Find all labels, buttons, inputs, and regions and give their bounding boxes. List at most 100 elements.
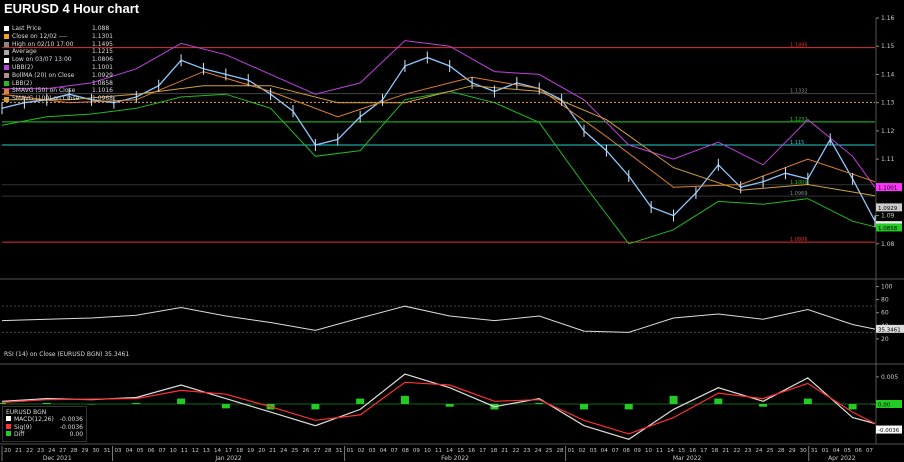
month-label: Dec 2021 (43, 455, 72, 462)
x-tick-label: 04 (601, 448, 608, 454)
macd-badge-label: 0.00 (878, 403, 891, 409)
legend-entry: Average 1.1215 (4, 48, 113, 56)
legend-swatch (4, 57, 9, 63)
macd-diff-bar (580, 404, 588, 410)
price-legend: Last Price 1.088 Close on 12/02 ---- 1.1301… (4, 25, 113, 103)
y-tick-label: 1.12 (881, 128, 895, 135)
x-tick-label: 17 (479, 448, 486, 454)
x-tick-label: 09 (413, 448, 420, 454)
legend-swatch (4, 80, 9, 86)
y-tick-label: 1.16 (881, 15, 895, 22)
x-tick-label: 21 (269, 448, 276, 454)
rsi-legend: RSI (14) on Close (EURUSD BGN) 35.3461 (4, 351, 130, 358)
x-tick-label: 23 (744, 448, 751, 454)
legend-entry: Last Price 1.088 (4, 25, 113, 33)
x-tick-label: 27 (59, 448, 66, 454)
macd-diff-bar (400, 395, 409, 404)
legend-swatch (6, 416, 11, 422)
legend-label: UBB(2) (12, 63, 34, 71)
x-tick-label: 04 (380, 448, 387, 454)
legend-swatch (4, 34, 9, 40)
macd-diff-bar (311, 404, 320, 410)
legend-entry: Close on 12/02 ---- 1.1301 (4, 33, 113, 41)
y-tick-label: 0.005 (881, 374, 898, 381)
legend-value: 1.0929 (92, 71, 113, 79)
legend-swatch (4, 88, 9, 94)
macd-diff-bar (132, 402, 141, 404)
legend-label: Low on 03/07 13:00 (12, 56, 72, 64)
y-tick-label: 1.14 (881, 71, 895, 78)
legend-label: Diff (14, 431, 25, 439)
x-tick-label: 01 (347, 448, 354, 454)
macd-diff-bar (445, 404, 454, 407)
level-label: 1.0806 (790, 237, 808, 243)
macd-line (1, 381, 876, 435)
macd-diff-bar (848, 404, 857, 410)
level-label: 1.115 (790, 140, 804, 146)
x-tick-label: 01 (822, 448, 829, 454)
legend-label: SMAVG (50) on Close (12, 87, 76, 95)
legend-value: 1.1001 (92, 63, 113, 71)
price-badge-label: 1.1001 (878, 186, 897, 192)
chart-title: EURUSD 4 Hour chart (4, 1, 140, 16)
legend-swatch (4, 96, 9, 102)
month-label: Mar 2022 (673, 455, 702, 462)
x-tick-label: 25 (546, 448, 553, 454)
macd-legend-entry: Sig(9) -0.0036 (6, 423, 84, 431)
legend-entry: BollMA (20) on Close 1.0929 (4, 72, 113, 80)
x-tick-label: 29 (81, 448, 88, 454)
x-tick-label: 25 (291, 448, 298, 454)
x-tick-label: 21 (15, 448, 22, 454)
x-tick-label: 28 (557, 448, 564, 454)
legend-swatch (4, 73, 9, 79)
x-tick-label: 20 (258, 448, 265, 454)
chart-svg[interactable]: 1.081.091.101.111.121.131.141.151.161.14… (0, 0, 904, 462)
x-tick-label: 18 (236, 448, 243, 454)
y-tick-label: 1.15 (881, 43, 895, 50)
x-tick-label: 27 (313, 448, 320, 454)
x-tick-label: 13 (203, 448, 210, 454)
series-line (2, 40, 876, 188)
x-tick-label: 31 (811, 448, 818, 454)
legend-value: 1.1301 (92, 32, 113, 40)
x-tick-label: 06 (855, 448, 862, 454)
y-tick-label: 100 (881, 284, 893, 291)
x-tick-label: 11 (181, 448, 188, 454)
macd-legend: EURUSD BGN MACD(12,26) -0.0036 Sig(9) -0.003… (2, 406, 88, 442)
x-tick-label: 08 (402, 448, 409, 454)
legend-label: BollMA (20) on Close (12, 71, 75, 79)
x-tick-label: 11 (656, 448, 663, 454)
month-label: Apr 2022 (828, 455, 856, 462)
x-tick-label: 28 (778, 448, 785, 454)
legend-value: -0.0036 (59, 423, 84, 431)
y-tick-label: 80 (881, 297, 889, 304)
y-tick-label: 1.13 (881, 100, 895, 107)
x-tick-label: 01 (568, 448, 575, 454)
x-tick-label: 07 (159, 448, 166, 454)
x-tick-label: 04 (126, 448, 133, 454)
x-tick-label: 22 (512, 448, 519, 454)
x-tick-label: 06 (148, 448, 155, 454)
x-tick-label: 18 (711, 448, 718, 454)
legend-swatch (4, 41, 9, 47)
x-tick-label: 12 (192, 448, 199, 454)
y-tick-label: 20 (881, 336, 889, 343)
x-tick-label: 05 (844, 448, 851, 454)
x-tick-label: 17 (700, 448, 707, 454)
x-tick-label: 23 (523, 448, 530, 454)
chart-root: 1.081.091.101.111.121.131.141.151.161.14… (0, 0, 904, 462)
macd-badge-label: -0.0036 (878, 428, 900, 434)
x-tick-label: 03 (590, 448, 597, 454)
legend-label: Last Price (12, 25, 42, 32)
x-tick-label: 28 (70, 448, 77, 454)
macd-diff-bar (177, 398, 186, 404)
legend-entry: SMAVG (50) on Close 1.1016 (4, 87, 113, 95)
x-tick-label: 14 (214, 448, 221, 454)
macd-diff-bar (714, 398, 723, 404)
legend-label: Average (12, 48, 37, 56)
legend-label: MACD(12,26) (14, 416, 54, 424)
x-tick-label: 11 (435, 448, 442, 454)
legend-label: High on 02/10 17:00 (12, 40, 74, 48)
x-tick-label: 09 (634, 448, 641, 454)
legend-swatch (6, 423, 11, 429)
